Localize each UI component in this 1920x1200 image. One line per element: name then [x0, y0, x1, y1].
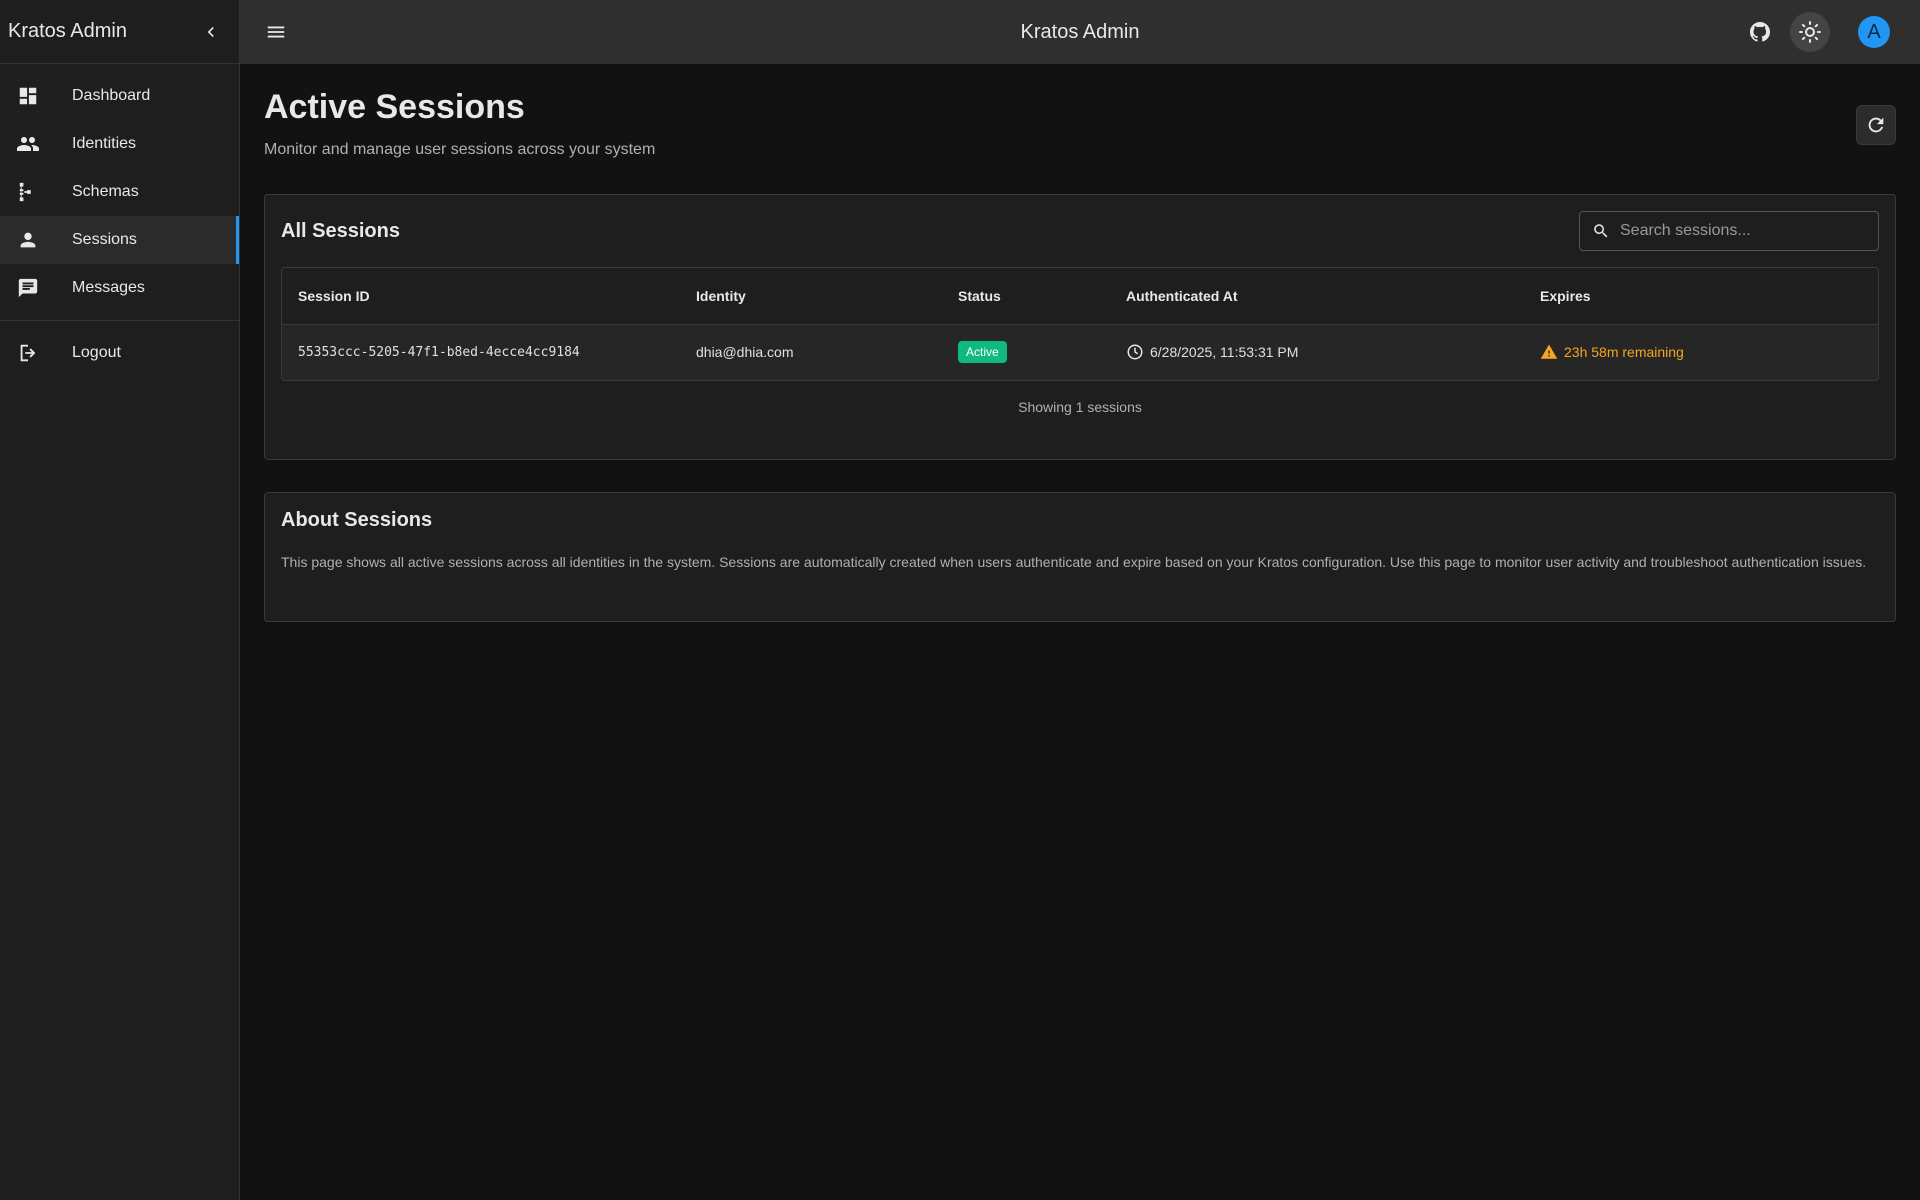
- refresh-icon: [1868, 117, 1884, 133]
- page-title: Active Sessions: [264, 88, 525, 126]
- sessions-card-header: All Sessions: [281, 211, 1879, 251]
- sidebar-item-identities[interactable]: Identities: [0, 120, 239, 168]
- about-card-title: About Sessions: [281, 509, 433, 531]
- sidebar-item-messages[interactable]: Messages: [0, 264, 239, 312]
- table-footer: Showing 1 sessions: [1018, 399, 1142, 415]
- warning-icon: [1540, 344, 1558, 359]
- sessions-table: Session ID Identity Status Authenticated…: [281, 267, 1879, 381]
- sidebar-item-label: Messages: [72, 279, 145, 296]
- sun-icon: [1799, 21, 1821, 43]
- sidebar-item-label: Sessions: [72, 231, 137, 248]
- github-icon: [1750, 22, 1770, 42]
- sidebar-header: Kratos Admin: [0, 0, 239, 64]
- top-app-bar: Kratos Admin A: [240, 0, 1920, 64]
- sidebar-nav: Dashboard Identities Schemas Sessions Me…: [0, 64, 239, 377]
- message-icon: [16, 276, 40, 300]
- about-text: This page shows all active sessions acro…: [281, 554, 1867, 570]
- status-cell: Active: [942, 324, 1110, 380]
- chevron-left-icon: [207, 26, 214, 37]
- menu-icon: [267, 26, 285, 38]
- sidebar-item-label: Dashboard: [72, 87, 151, 104]
- column-header-identity[interactable]: Identity: [680, 268, 942, 325]
- sidebar-item-label: Identities: [72, 135, 137, 152]
- logout-icon: [16, 341, 40, 365]
- github-button[interactable]: [1740, 12, 1780, 52]
- logout-label: Logout: [72, 344, 121, 361]
- sidebar-item-schemas[interactable]: Schemas: [0, 168, 239, 216]
- search-box: [1579, 211, 1879, 251]
- page-subtitle: Monitor and manage user sessions across …: [264, 141, 656, 158]
- column-header-session-id[interactable]: Session ID: [282, 268, 680, 325]
- app-title: Kratos Admin: [1020, 20, 1140, 43]
- sidebar: Kratos Admin Dashboard Identities Schema…: [0, 0, 240, 1200]
- topbar-actions: A: [1740, 0, 1890, 64]
- search-input[interactable]: [1620, 222, 1860, 240]
- refresh-button[interactable]: [1856, 105, 1896, 145]
- expires-text: 23h 58m remaining: [1564, 344, 1684, 361]
- person-icon: [16, 228, 40, 252]
- status-badge: Active: [958, 341, 1007, 364]
- clock-icon: [1127, 344, 1143, 360]
- session-id-cell: 55353ccc-5205-47f1-b8ed-4ecce4cc9184: [282, 324, 680, 380]
- sidebar-item-sessions[interactable]: Sessions: [0, 216, 239, 264]
- page-header: Active Sessions Monitor and manage user …: [264, 64, 1896, 194]
- theme-toggle-button[interactable]: [1790, 12, 1830, 52]
- people-icon: [16, 132, 40, 156]
- schema-icon: [16, 180, 40, 204]
- authenticated-at-cell: 6/28/2025, 11:53:31 PM: [1110, 324, 1524, 380]
- identity-cell: dhia@dhia.com: [680, 324, 942, 380]
- logout-button[interactable]: Logout: [0, 329, 239, 377]
- sessions-card-title: All Sessions: [281, 219, 400, 242]
- authenticated-at-text: 6/28/2025, 11:53:31 PM: [1150, 344, 1299, 361]
- about-card: About Sessions This page shows all activ…: [264, 492, 1896, 622]
- table-row[interactable]: 55353ccc-5205-47f1-b8ed-4ecce4cc9184 dhi…: [282, 324, 1878, 380]
- sessions-card: All Sessions Session ID Identity Status …: [264, 194, 1896, 460]
- sidebar-item-dashboard[interactable]: Dashboard: [0, 72, 239, 120]
- column-header-status[interactable]: Status: [942, 268, 1110, 325]
- expires-cell: 23h 58m remaining: [1524, 324, 1878, 380]
- column-header-authenticated-at[interactable]: Authenticated At: [1110, 268, 1524, 325]
- column-header-expires[interactable]: Expires: [1524, 268, 1878, 325]
- table-header-row: Session ID Identity Status Authenticated…: [282, 268, 1878, 325]
- main-content: Active Sessions Monitor and manage user …: [264, 64, 1896, 622]
- collapse-sidebar-button[interactable]: [199, 20, 223, 44]
- sidebar-title: Kratos Admin: [8, 20, 127, 42]
- nav-divider: [0, 320, 239, 321]
- menu-button[interactable]: [260, 16, 292, 48]
- dashboard-icon: [16, 84, 40, 108]
- search-icon: [1594, 224, 1608, 238]
- avatar[interactable]: A: [1858, 16, 1890, 48]
- sidebar-item-label: Schemas: [72, 183, 139, 200]
